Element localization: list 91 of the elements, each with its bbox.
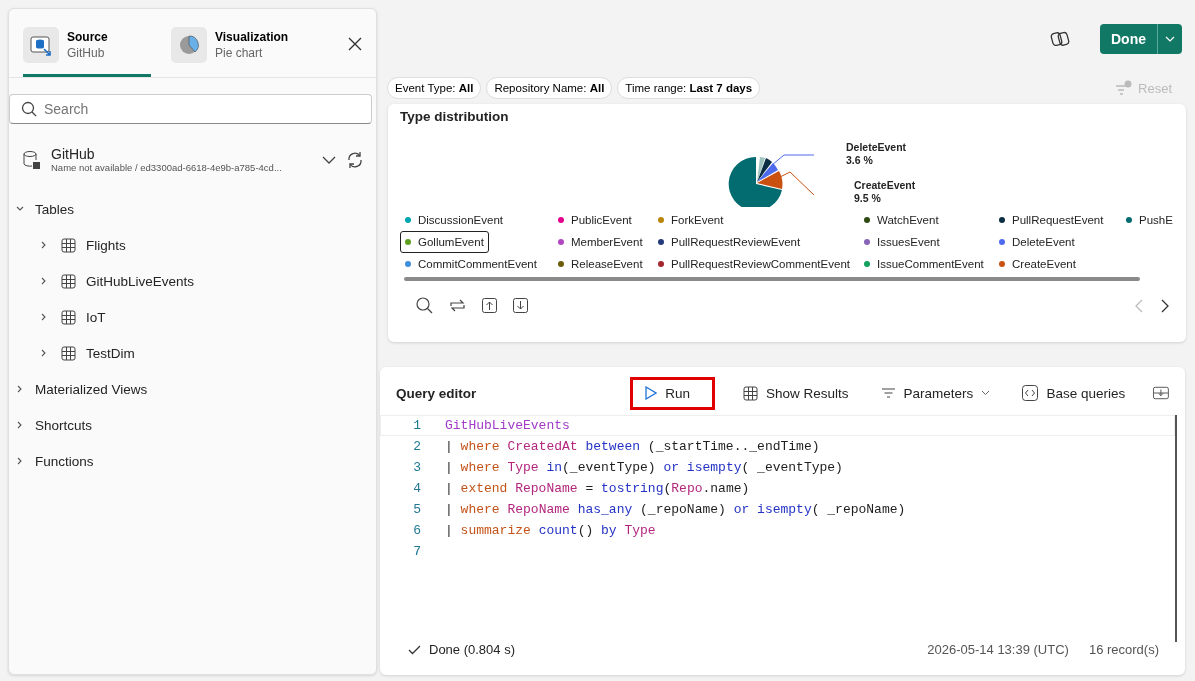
data-label: CreateEvent 9.5 % [854,179,916,205]
legend-item[interactable]: PushE [1121,209,1178,231]
filter-chip[interactable]: Time range: Last 7 days [617,77,761,99]
status-text: Done (0.804 s) [429,642,515,657]
line-number: 4 [412,481,422,496]
clear-filter-icon [1115,80,1134,96]
table-icon [61,345,76,361]
tree-item[interactable]: Materialized Views [9,371,376,407]
table-icon [61,237,76,253]
toolbar-button[interactable]: Parameters [876,379,995,407]
tree-label: Flights [86,237,126,253]
legend-item[interactable]: ReleaseEvent [553,253,648,275]
code-line: | extend RepoName = tostring(Repo.name) [445,481,750,496]
legend-item[interactable]: CreateEvent [994,253,1081,275]
upload-icon[interactable] [482,298,497,313]
search-icon[interactable] [416,297,433,314]
chevron-down-icon [1165,35,1175,43]
filter-chip[interactable]: Repository Name: All [486,77,613,99]
database-name: GitHub [51,146,96,162]
legend-item[interactable]: DeleteEvent [994,231,1080,253]
tree-label: Functions [35,453,94,469]
code-line: | where RepoName has_any (_repoName) or isempty( _repoName) [445,502,906,517]
legend-item[interactable]: PullRequestReviewCommentEvent [653,253,855,275]
legend-item[interactable]: WatchEvent [859,209,944,231]
tree-label: Shortcuts [35,417,93,433]
code-icon [1022,385,1039,401]
search-icon [21,101,37,117]
panel-tab[interactable]: Visualization Pie chart [171,23,299,77]
tree-label: GitHubLiveEvents [86,273,195,289]
search-field[interactable]: Search [9,94,372,124]
database-icon [23,149,41,170]
close-icon[interactable] [348,37,362,51]
tree-item[interactable]: Tables [9,191,376,227]
tree-item[interactable]: IoT [9,299,376,335]
pie-chart-icon [178,34,200,56]
legend-item[interactable]: IssuesEvent [859,231,945,253]
tree-label: IoT [86,309,106,325]
tree-item[interactable]: Functions [9,443,376,479]
timestamp: 2026-05-14 13:39 (UTC) [927,642,1069,657]
legend-item[interactable]: IssueCommentEvent [859,253,989,275]
line-number: 3 [412,460,422,475]
table-icon [61,273,76,289]
filter-chip[interactable]: Event Type: All [387,77,482,99]
toolbar-button[interactable]: Base queries [1018,379,1130,407]
tree-item[interactable]: TestDim [9,335,376,371]
chevron-down-icon [981,390,991,396]
code-line: | where Type in(_eventType) or isempty( _eventType) [445,460,843,475]
table-icon [743,385,759,401]
toolbar-button[interactable]: Show Results [739,379,853,407]
code-line: | summarize count() by Type [445,523,656,538]
legend-item[interactable]: ForkEvent [653,209,729,231]
panel-icon[interactable] [1153,386,1169,400]
line-number: 5 [412,502,422,517]
legend-item[interactable]: CommitCommentEvent [400,253,542,275]
legend-item[interactable]: PullRequestEvent [994,209,1109,231]
tree-label: TestDim [86,345,135,361]
copilot-icon[interactable] [1050,29,1070,49]
tree-item[interactable]: Shortcuts [9,407,376,443]
play-icon [645,386,658,400]
table-icon [61,309,76,325]
database-path: Name not available / ed3300ad-6618-4e9b-a785-4cd... [51,162,283,173]
code-line: GitHubLiveEvents [445,418,570,433]
code-line: | where CreatedAt between (_startTime.._endTime) [445,439,820,454]
code-editor[interactable] [380,415,1177,642]
checkmark-icon [408,644,421,655]
legend-item[interactable]: DiscussionEvent [400,209,508,231]
filter-icon [880,387,896,399]
panel-tab[interactable]: Source GitHub [23,23,151,77]
query-editor-title: Query editor [396,385,477,401]
legend-item[interactable]: PullRequestReviewEvent [653,231,806,253]
line-number: 2 [412,439,422,454]
refresh-icon[interactable] [346,150,364,169]
legend-item[interactable]: GollumEvent [400,231,489,253]
record-count: 16 record(s) [1088,642,1159,657]
line-number: 1 [412,418,422,433]
legend-item[interactable]: PublicEvent [553,209,637,231]
database-icon [30,34,52,56]
tree-item[interactable]: Flights [9,227,376,263]
chevron-right-icon[interactable] [1160,298,1170,313]
line-number: 7 [412,544,422,559]
data-label: DeleteEvent 3.6 % [846,141,907,167]
tree-label: Materialized Views [35,381,148,397]
chart-title: Type distribution [399,108,510,126]
tree-item[interactable]: GitHubLiveEvents [9,263,376,299]
tree-label: Tables [35,201,75,217]
download-icon[interactable] [513,298,528,313]
chevron-down-icon[interactable] [322,154,336,165]
toolbar-button[interactable]: Run [630,376,716,410]
repeat-icon[interactable] [449,298,466,313]
legend-item[interactable]: MemberEvent [553,231,648,253]
line-number: 6 [412,523,422,538]
